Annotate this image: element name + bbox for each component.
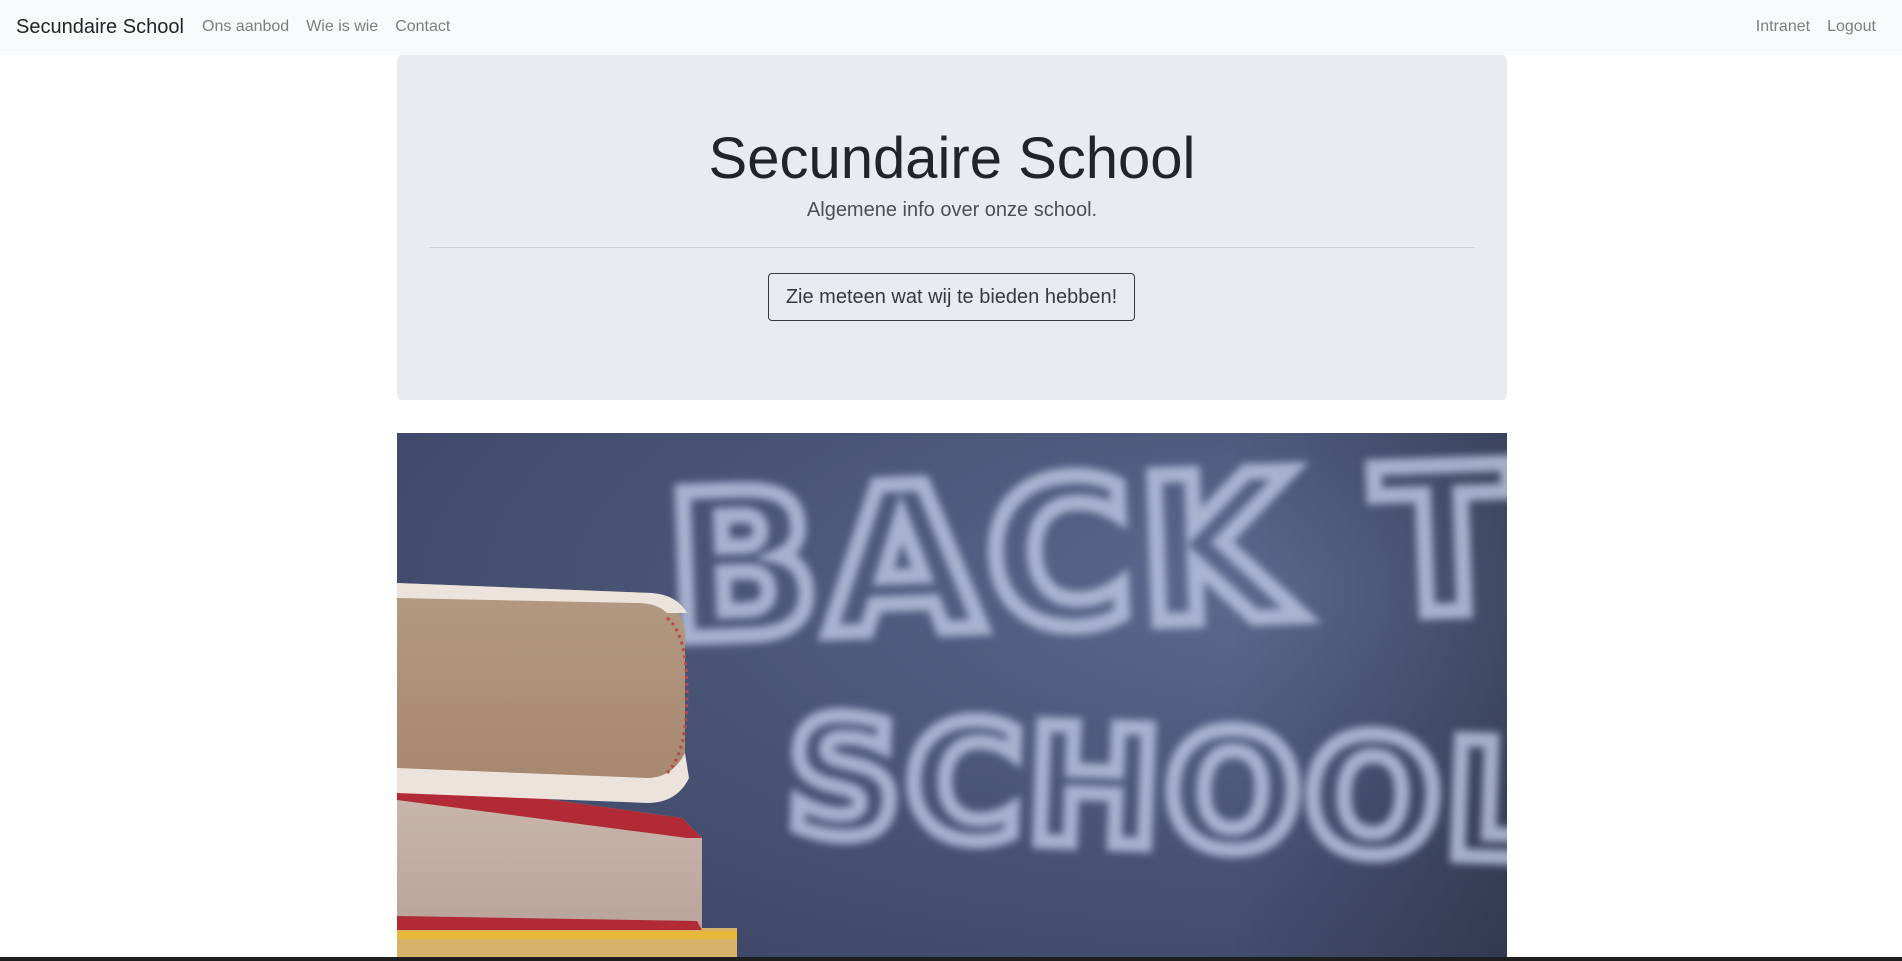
brand-link[interactable]: Secundaire School — [16, 14, 184, 40]
nav-link-intranet[interactable]: Intranet — [1756, 17, 1810, 37]
cta-button[interactable]: Zie meteen wat wij te bieden hebben! — [768, 273, 1135, 321]
page-title: Secundaire School — [708, 126, 1196, 191]
jumbotron: Secundaire School Algemene info over onz… — [397, 55, 1507, 400]
nav-link-wie-is-wie[interactable]: Wie is wie — [306, 17, 378, 37]
bottom-bar — [0, 957, 1902, 961]
top-navbar: Secundaire School Ons aanbod Wie is wie … — [0, 0, 1902, 55]
nav-link-logout[interactable]: Logout — [1827, 17, 1876, 37]
divider — [429, 247, 1475, 248]
hero-image: BACK TO SCHOOL — [397, 433, 1507, 961]
back-to-school-photo: BACK TO SCHOOL — [397, 433, 1507, 961]
chalk-text-line2: SCHOOL — [783, 683, 1507, 897]
lead-text: Algemene info over onze school. — [806, 199, 1098, 221]
nav-left-group: Ons aanbod Wie is wie Contact — [202, 17, 450, 37]
nav-link-contact[interactable]: Contact — [395, 17, 450, 37]
nav-link-ons-aanbod[interactable]: Ons aanbod — [202, 17, 289, 37]
chalk-text-line1: BACK TO — [663, 433, 1507, 686]
nav-right-group: Intranet Logout — [1756, 17, 1876, 37]
